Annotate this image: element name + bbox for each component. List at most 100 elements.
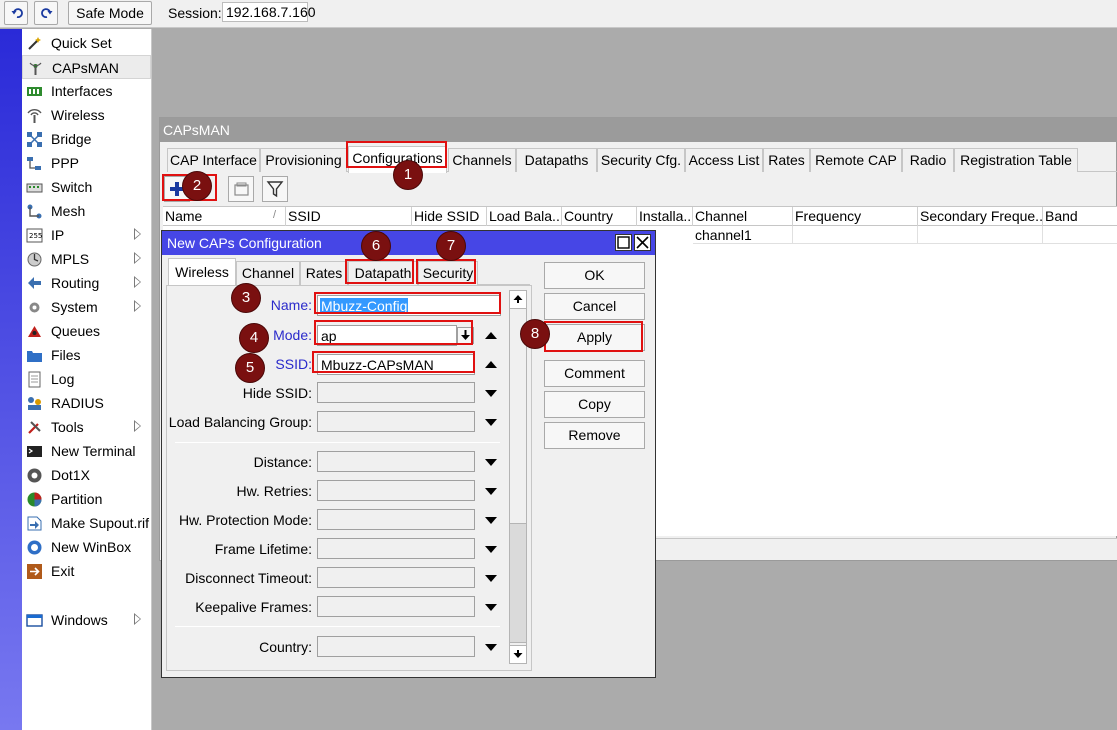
dialog-scrollbar[interactable] xyxy=(509,290,527,664)
menu-item-interfaces[interactable]: Interfaces xyxy=(22,79,151,103)
column-header-band[interactable]: Band xyxy=(1043,207,1117,226)
redo-button[interactable] xyxy=(34,1,58,25)
ok-button[interactable]: OK xyxy=(544,262,645,289)
hw-retries-dropdown-icon[interactable] xyxy=(485,488,497,495)
tab-rates[interactable]: Rates xyxy=(300,261,348,285)
copy-icon xyxy=(234,182,249,196)
undo-button[interactable] xyxy=(4,1,28,25)
column-header-installation[interactable]: Installa... xyxy=(637,207,693,226)
menu-item-system[interactable]: System xyxy=(22,295,151,319)
menu-item-switch[interactable]: Switch xyxy=(22,175,151,199)
load-balancing-group-label: Load Balancing Group: xyxy=(168,414,312,430)
menu-item-partition[interactable]: Partition xyxy=(22,487,151,511)
menu-item-wireless[interactable]: Wireless xyxy=(22,103,151,127)
menu-item-ppp[interactable]: PPP xyxy=(22,151,151,175)
safe-mode-button[interactable]: Safe Mode xyxy=(68,1,152,25)
tab-access-list[interactable]: Access List xyxy=(685,148,763,172)
menu-item-log[interactable]: Log xyxy=(22,367,151,391)
disconnect-timeout-dropdown-icon[interactable] xyxy=(485,575,497,582)
name-input[interactable]: Mbuzz-Config xyxy=(317,295,501,316)
menu-item-ip[interactable]: 255 IP xyxy=(22,223,151,247)
cancel-button[interactable]: Cancel xyxy=(544,293,645,320)
hw-retries-input[interactable] xyxy=(317,480,475,501)
tab-registration-table[interactable]: Registration Table xyxy=(954,148,1078,172)
keepalive-frames-dropdown-icon[interactable] xyxy=(485,604,497,611)
scroll-thumb[interactable] xyxy=(510,523,526,643)
column-header-secondary-frequency[interactable]: Secondary Freque... xyxy=(918,207,1043,226)
mode-select[interactable]: ap xyxy=(317,325,474,346)
column-header-country[interactable]: Country xyxy=(562,207,637,226)
keepalive-frames-input[interactable] xyxy=(317,596,475,617)
copy-item-button[interactable] xyxy=(228,176,254,202)
distance-dropdown-icon[interactable] xyxy=(485,459,497,466)
distance-select[interactable] xyxy=(317,451,475,472)
apply-button[interactable]: Apply xyxy=(544,324,645,351)
tab-datapaths[interactable]: Datapaths xyxy=(516,148,597,172)
ssid-collapse-icon[interactable] xyxy=(485,361,497,368)
ssid-label: SSID: xyxy=(275,356,312,372)
dot1x-icon xyxy=(26,467,43,484)
divider xyxy=(175,442,500,443)
tab-cap-interface[interactable]: CAP Interface xyxy=(167,148,260,172)
mode-dropdown-button[interactable] xyxy=(457,327,474,344)
ssid-input[interactable]: Mbuzz-CAPsMAN xyxy=(317,354,475,375)
load-balancing-group-select[interactable] xyxy=(317,411,475,432)
country-dropdown-icon[interactable] xyxy=(485,644,497,651)
interfaces-icon xyxy=(26,83,43,100)
tab-channel[interactable]: Channel xyxy=(236,261,300,285)
menu-item-radius[interactable]: RADIUS xyxy=(22,391,151,415)
tab-channels[interactable]: Channels xyxy=(448,148,516,172)
column-header-load-balancing[interactable]: Load Bala... xyxy=(487,207,562,226)
hide-ssid-dropdown-icon[interactable] xyxy=(485,390,497,397)
arrow-down-icon xyxy=(513,650,523,658)
frame-lifetime-input[interactable] xyxy=(317,538,475,559)
menu-item-exit[interactable]: Exit xyxy=(22,559,151,583)
menu-item-mesh[interactable]: Mesh xyxy=(22,199,151,223)
menu-item-bridge[interactable]: Bridge xyxy=(22,127,151,151)
menu-item-files[interactable]: Files xyxy=(22,343,151,367)
tab-radio[interactable]: Radio xyxy=(902,148,954,172)
menu-item-dot1x[interactable]: Dot1X xyxy=(22,463,151,487)
menu-item-routing[interactable]: Routing xyxy=(22,271,151,295)
comment-button[interactable]: Comment xyxy=(544,360,645,387)
tab-datapath[interactable]: Datapath xyxy=(348,261,418,285)
menu-item-make-supout-rif[interactable]: Make Supout.rif xyxy=(22,511,151,535)
tab-provisioning[interactable]: Provisioning xyxy=(260,148,347,172)
scroll-up-button[interactable] xyxy=(510,291,526,309)
load-balancing-dropdown-icon[interactable] xyxy=(485,419,497,426)
mode-collapse-icon[interactable] xyxy=(485,332,497,339)
column-header-channel[interactable]: Channel xyxy=(693,207,793,226)
maximize-button[interactable] xyxy=(615,234,632,251)
menu-item-new-terminal[interactable]: New Terminal xyxy=(22,439,151,463)
country-select[interactable] xyxy=(317,636,475,657)
tab-rates[interactable]: Rates xyxy=(763,148,810,172)
column-header-name[interactable]: Name xyxy=(163,207,286,226)
disconnect-timeout-input[interactable] xyxy=(317,567,475,588)
hw-protection-mode-select[interactable] xyxy=(317,509,475,530)
tab-security-cfg[interactable]: Security Cfg. xyxy=(597,148,685,172)
close-button[interactable] xyxy=(634,234,651,251)
menu-item-mpls[interactable]: MPLS xyxy=(22,247,151,271)
menu-item-windows[interactable]: Windows xyxy=(22,608,151,632)
tab-security[interactable]: Security xyxy=(418,261,478,285)
filter-button[interactable] xyxy=(262,176,288,202)
column-header-hide-ssid[interactable]: Hide SSID xyxy=(412,207,487,226)
tab-wireless[interactable]: Wireless xyxy=(168,258,236,286)
column-header-frequency[interactable]: Frequency xyxy=(793,207,918,226)
tab-remote-cap[interactable]: Remote CAP xyxy=(810,148,902,172)
menu-item-tools[interactable]: Tools xyxy=(22,415,151,439)
scroll-down-button[interactable] xyxy=(510,645,526,663)
menu-label: Files xyxy=(51,347,81,363)
remove-button[interactable]: Remove xyxy=(544,422,645,449)
frame-lifetime-label: Frame Lifetime: xyxy=(214,541,312,557)
column-header-ssid[interactable]: SSID xyxy=(286,207,412,226)
hw-protection-dropdown-icon[interactable] xyxy=(485,517,497,524)
menu-item-capsman[interactable]: CAPsMAN xyxy=(22,55,151,79)
hide-ssid-select[interactable] xyxy=(317,382,475,403)
copy-button[interactable]: Copy xyxy=(544,391,645,418)
session-address-field[interactable]: 192.168.7.160 xyxy=(222,2,316,22)
menu-item-quick-set[interactable]: Quick Set xyxy=(22,31,151,55)
menu-item-new-winbox[interactable]: New WinBox xyxy=(22,535,151,559)
menu-item-queues[interactable]: Queues xyxy=(22,319,151,343)
frame-lifetime-dropdown-icon[interactable] xyxy=(485,546,497,553)
